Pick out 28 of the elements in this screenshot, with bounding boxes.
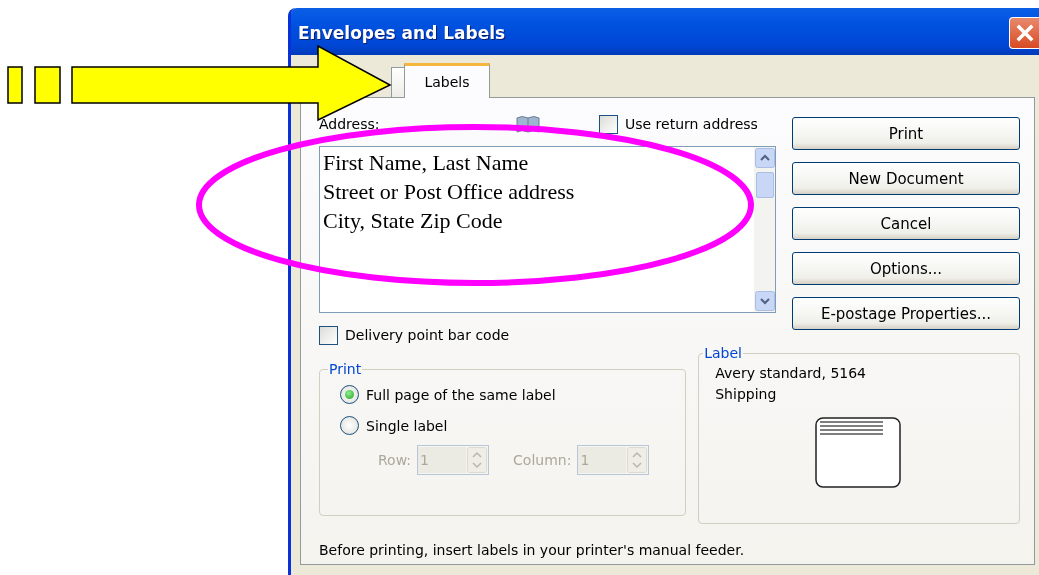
dialog-button[interactable]: E-postage Properties... — [792, 297, 1020, 330]
group-title: Label — [703, 345, 743, 361]
field-label: Row: — [378, 452, 412, 468]
tab[interactable]: Labels — [404, 63, 490, 98]
dialog-button[interactable]: New Document — [792, 162, 1020, 195]
checkbox[interactable] — [599, 114, 618, 134]
field-label: Column: — [513, 452, 572, 468]
dialog-button[interactable]: Options... — [792, 252, 1020, 285]
label-info-text: Shipping — [715, 385, 778, 404]
radio-button[interactable] — [340, 416, 359, 435]
dialog-button[interactable]: Print — [792, 117, 1020, 150]
group-title: Print — [328, 361, 363, 377]
close-icon — [1014, 22, 1035, 43]
label-info-text: Avery standard, 5164 — [715, 364, 867, 383]
radio-label: Single label — [366, 417, 448, 434]
close-button[interactable] — [1009, 16, 1039, 49]
dash-mark — [7, 66, 23, 104]
window-title: Envelopes and Labels — [297, 21, 506, 43]
dash-mark — [34, 66, 61, 104]
dialog-button[interactable]: Cancel — [792, 207, 1020, 240]
checkbox-label: Delivery point bar code — [345, 327, 510, 343]
radio-button[interactable] — [340, 385, 359, 404]
checkbox-label: Use return address — [625, 116, 758, 132]
address-label: Address: — [319, 116, 381, 132]
instruction-text: Before printing, insert labels in your printer's manual feeder. — [319, 542, 746, 558]
checkbox[interactable] — [319, 325, 338, 345]
tab[interactable] — [391, 67, 404, 98]
radio-label: Full page of the same label — [366, 386, 556, 403]
